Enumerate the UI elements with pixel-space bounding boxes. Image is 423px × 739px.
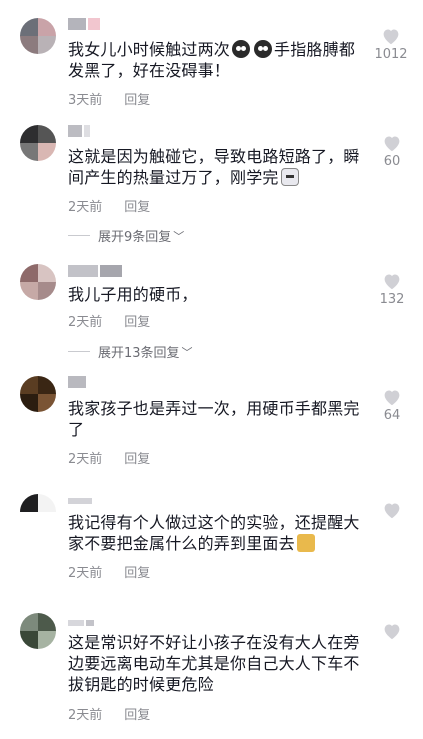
avatar[interactable] <box>20 376 56 412</box>
like-count: 64 <box>383 408 401 423</box>
divider <box>68 351 90 352</box>
sad-cry-emoji <box>232 40 251 58</box>
like-count: 60 <box>383 154 401 169</box>
heart-icon <box>384 624 400 640</box>
comment-text: 我女儿小时候触过两次 手指胳膊都发黑了，好在没碍事！ <box>68 40 356 80</box>
avatar[interactable] <box>20 18 56 54</box>
reply-button[interactable]: 回复 <box>124 704 150 723</box>
reply-button[interactable]: 回复 <box>124 562 150 581</box>
username-blurred[interactable] <box>68 494 92 508</box>
heart-icon <box>383 29 399 45</box>
comment-meta: 2天前 回复 <box>68 196 150 215</box>
timestamp: 3天前 <box>68 93 103 108</box>
like-button[interactable] <box>375 501 409 521</box>
like-button[interactable]: 60 <box>375 134 409 169</box>
timestamp: 2天前 <box>68 708 103 723</box>
comment-text: 我家孩子也是弄过一次，用硬币手都黑完了 <box>68 399 360 439</box>
avatar[interactable] <box>20 494 56 530</box>
chevron-down-icon: ﹀ <box>181 345 193 359</box>
timestamp: 2天前 <box>68 452 103 467</box>
cat-emoji <box>280 168 299 186</box>
comment-text: 我记得有个人做过这个的实验，还提醒大家不要把金属什么的弄到里面去 <box>68 513 360 553</box>
timestamp: 2天前 <box>68 200 103 215</box>
heart-icon <box>384 136 400 152</box>
comment-meta: 3天前 回复 <box>68 89 150 108</box>
username-blurred[interactable] <box>68 616 94 630</box>
username-blurred[interactable] <box>68 17 100 31</box>
heart-icon <box>384 274 400 290</box>
reply-button[interactable]: 回复 <box>124 196 150 215</box>
like-count: 132 <box>379 292 405 307</box>
username-blurred[interactable] <box>68 124 90 138</box>
username-blurred[interactable] <box>68 375 86 389</box>
expand-replies-button[interactable]: 展开13条回复 ﹀ <box>68 342 193 361</box>
comment-text: 这就是因为触碰它，导致电路短路了，瞬间产生的热量过万了，刚学完 <box>68 147 360 187</box>
expand-replies-button[interactable]: 展开9条回复 ﹀ <box>68 226 184 245</box>
username-blurred[interactable] <box>68 264 122 278</box>
reply-button[interactable]: 回复 <box>124 311 150 330</box>
timestamp: 2天前 <box>68 566 103 581</box>
like-button[interactable]: 1012 <box>371 27 411 62</box>
timestamp: 2天前 <box>68 315 103 330</box>
divider <box>68 235 90 236</box>
comment-meta: 2天前 回复 <box>68 562 150 581</box>
heart-icon <box>384 503 400 519</box>
comment-meta: 2天前 回复 <box>68 704 150 723</box>
sad-cry-emoji <box>254 40 273 58</box>
like-button[interactable] <box>375 622 409 642</box>
comment-text: 我儿子用的硬币， <box>68 285 198 304</box>
avatar[interactable] <box>20 264 56 300</box>
comment-meta: 2天前 回复 <box>68 311 150 330</box>
reply-button[interactable]: 回复 <box>124 448 150 467</box>
doge-emoji <box>296 534 315 552</box>
like-button[interactable]: 64 <box>375 388 409 423</box>
avatar[interactable] <box>20 613 56 649</box>
like-button[interactable]: 132 <box>375 272 409 307</box>
comment-meta: 2天前 回复 <box>68 448 150 467</box>
heart-icon <box>384 390 400 406</box>
chevron-down-icon: ﹀ <box>173 229 185 243</box>
like-count: 1012 <box>374 47 408 62</box>
avatar[interactable] <box>20 125 56 161</box>
reply-button[interactable]: 回复 <box>124 89 150 108</box>
comment-text: 这是常识好不好让小孩子在没有大人在旁边要远离电动车尤其是你自己大人下车不拔钥匙的… <box>68 633 360 694</box>
